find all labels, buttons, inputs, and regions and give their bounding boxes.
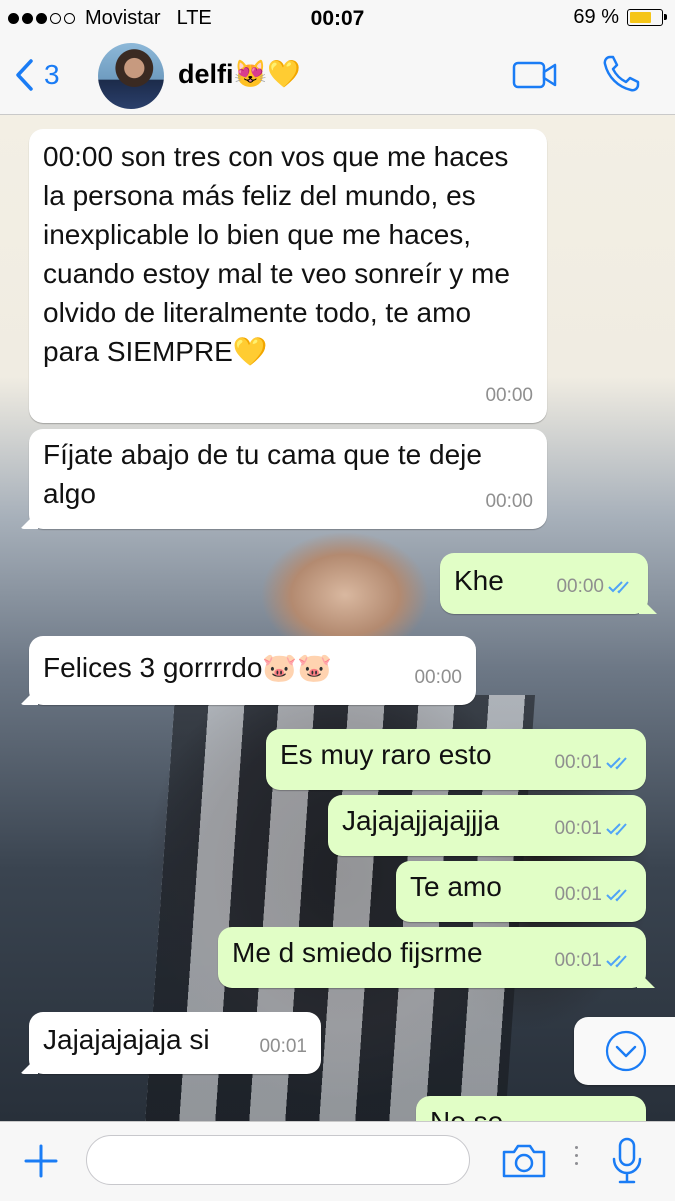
message-meta: 00:00 bbox=[485, 376, 533, 415]
message-time: 00:01 bbox=[259, 1036, 307, 1057]
camera-icon[interactable] bbox=[500, 1142, 548, 1180]
message-meta: 00:01 bbox=[554, 809, 632, 848]
message-text: No se bbox=[430, 1102, 632, 1121]
video-call-icon[interactable] bbox=[512, 60, 558, 90]
message-meta: 00:00 bbox=[485, 482, 533, 521]
read-receipt-icon bbox=[608, 580, 629, 593]
message-meta: 00:01 bbox=[554, 941, 632, 980]
message-meta: 00:00 bbox=[556, 567, 634, 606]
message-time: 00:00 bbox=[414, 667, 462, 688]
message-text: Fíjate abajo de tu cama que te deje algo bbox=[43, 439, 490, 509]
status-right: 69 % bbox=[573, 6, 667, 29]
message-bubble[interactable]: Felices 3 gorrrrdo🐷🐷 00:00 bbox=[20, 636, 476, 705]
scroll-down-button[interactable] bbox=[574, 1017, 675, 1085]
message-time: 00:00 bbox=[556, 576, 604, 597]
contact-name[interactable]: delfi😻💛 bbox=[178, 58, 301, 90]
message-time: 00:01 bbox=[554, 884, 602, 905]
message-time: 00:01 bbox=[554, 950, 602, 971]
unread-count: 3 bbox=[44, 59, 60, 90]
message-bubble[interactable]: Khe 00:00 bbox=[440, 553, 657, 614]
chat-header: 3 delfi😻💛 bbox=[0, 38, 675, 115]
microphone-icon[interactable] bbox=[611, 1137, 643, 1185]
message-meta: 00:00 bbox=[414, 658, 462, 697]
message-time: 00:00 bbox=[485, 491, 533, 512]
read-receipt-icon bbox=[606, 954, 627, 967]
phone-icon[interactable] bbox=[600, 53, 642, 95]
message-meta: 00:01 bbox=[259, 1027, 307, 1066]
message-text: Felices 3 gorrrrdo🐷🐷 bbox=[43, 652, 333, 683]
message-input[interactable] bbox=[86, 1135, 470, 1185]
battery-percent: 69 % bbox=[573, 6, 619, 28]
divider-dots bbox=[575, 1146, 578, 1165]
message-bubble[interactable]: 00:00 son tres con vos que me haces la p… bbox=[29, 129, 547, 423]
plus-icon[interactable] bbox=[22, 1142, 60, 1180]
composer-bar bbox=[0, 1121, 675, 1201]
back-button[interactable]: 3 bbox=[14, 58, 60, 92]
status-bar: Movistar LTE 00:07 69 % bbox=[0, 0, 675, 38]
message-time: 00:01 bbox=[554, 818, 602, 839]
message-bubble[interactable]: Te amo 00:01 bbox=[396, 861, 646, 922]
message-meta: 00:01 bbox=[554, 875, 632, 914]
message-bubble[interactable]: No se bbox=[416, 1096, 646, 1121]
chevron-left-icon bbox=[16, 59, 33, 91]
message-time: 00:00 bbox=[485, 385, 533, 406]
avatar[interactable] bbox=[98, 43, 164, 109]
message-bubble[interactable]: Fíjate abajo de tu cama que te deje algo… bbox=[20, 429, 547, 529]
message-bubble[interactable]: Jajajajjajajjja 00:01 bbox=[328, 795, 646, 856]
message-bubble[interactable]: Jajajajajaja si 00:01 bbox=[20, 1012, 321, 1074]
read-receipt-icon bbox=[606, 756, 627, 769]
battery-icon bbox=[627, 9, 667, 26]
message-bubble[interactable]: Me d smiedo fijsrme 00:01 bbox=[218, 927, 655, 988]
message-bubble[interactable]: Es muy raro esto 00:01 bbox=[266, 729, 646, 790]
chevron-down-circle-icon bbox=[605, 1030, 647, 1072]
read-receipt-icon bbox=[606, 822, 627, 835]
read-receipt-icon bbox=[606, 888, 627, 901]
message-meta: 00:01 bbox=[554, 743, 632, 782]
message-text: 00:00 son tres con vos que me haces la p… bbox=[43, 141, 518, 367]
message-time: 00:01 bbox=[554, 752, 602, 773]
